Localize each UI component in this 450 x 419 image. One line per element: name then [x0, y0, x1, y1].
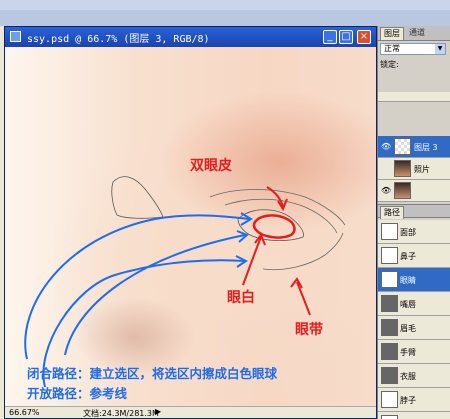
- maximize-button[interactable]: □: [339, 30, 353, 44]
- layer-row[interactable]: 👁: [378, 180, 450, 202]
- path-row[interactable]: 眉毛: [378, 316, 450, 340]
- eye-icon[interactable]: 👁: [381, 142, 391, 152]
- label-double-eyelid: 双眼皮: [190, 158, 232, 174]
- menu-bar-edge: [0, 0, 450, 10]
- path-name: 嘴唇: [400, 300, 416, 309]
- layer-thumbnail: [394, 138, 411, 155]
- layer-thumbnail: [394, 160, 411, 177]
- right-panels: 图层 通道 正常 ▼ 锁定: 👁 图层 3 照片 👁 路径 面部鼻子眼睛嘴唇眉毛手臂衣…: [377, 26, 450, 419]
- tab-channels[interactable]: 通道: [406, 27, 428, 39]
- note-open-path: 开放路径：参考线: [27, 386, 128, 401]
- lock-label: 锁定:: [380, 60, 399, 69]
- layer-thumbnail: [394, 182, 411, 199]
- eye-bag-arrowhead: [290, 277, 303, 289]
- paths-panel-header: 路径: [378, 204, 450, 219]
- blend-mode-select[interactable]: 正常 ▼: [380, 43, 446, 55]
- layer-name: 图层 3: [414, 143, 438, 152]
- chevron-down-icon[interactable]: ▼: [435, 44, 445, 54]
- path-name: 手臂: [400, 348, 416, 357]
- path-name: 鼻子: [400, 252, 416, 261]
- path-row[interactable]: 路径 5: [378, 412, 450, 419]
- image-canvas[interactable]: 双眼皮 眼白 眼带 闭合路径：建立选区，将选区内擦成白色眼球 开放路径：参考线: [5, 47, 376, 406]
- path-name: 衣服: [400, 372, 416, 381]
- path-row[interactable]: 衣服: [378, 364, 450, 388]
- path-thumbnail: [381, 247, 398, 264]
- path-name: 眼睛: [400, 276, 416, 285]
- path-thumbnail: [381, 367, 398, 384]
- close-button[interactable]: ×: [357, 30, 371, 44]
- path-thumbnail: [381, 415, 398, 419]
- photoshop-doc-icon: [10, 31, 21, 42]
- path-row[interactable]: 眼睛: [378, 268, 450, 292]
- path-thumbnail: [381, 223, 398, 240]
- path-thumbnail: [381, 295, 398, 312]
- path-row[interactable]: 鼻子: [378, 244, 450, 268]
- status-bar: 66.67% 文档:24.3M/281.3M ▶: [5, 406, 376, 418]
- zoom-readout[interactable]: 66.67%: [9, 408, 40, 417]
- layer-name: 照片: [414, 165, 430, 174]
- tab-paths[interactable]: 路径: [380, 206, 404, 219]
- document-titlebar[interactable]: ssy.psd @ 66.7% (图层 3, RGB/8) _ □ ×: [5, 27, 376, 47]
- layers-panel-tabs: 图层 通道: [378, 26, 450, 41]
- path-row[interactable]: 脖子: [378, 388, 450, 412]
- label-eye-bag: 眼带: [295, 322, 323, 338]
- document-window: ssy.psd @ 66.7% (图层 3, RGB/8) _ □ × 双眼皮: [4, 26, 377, 419]
- nose-wing-path: [111, 176, 164, 219]
- document-title: ssy.psd @ 66.7% (图层 3, RGB/8): [27, 34, 210, 45]
- path-name: 眉毛: [400, 324, 416, 333]
- path-thumbnail: [381, 343, 398, 360]
- status-menu-arrow-icon[interactable]: ▶: [155, 407, 161, 416]
- path-thumbnail: [381, 271, 398, 288]
- path-name: 面部: [400, 228, 416, 237]
- doc-size-readout: 文档:24.3M/281.3M: [83, 409, 159, 418]
- label-eye-white: 眼白: [227, 290, 255, 306]
- path-thumbnail: [381, 391, 398, 408]
- eye-bag-arrow: [296, 281, 311, 316]
- layer-row-partial[interactable]: [378, 92, 450, 102]
- minimize-button[interactable]: _: [323, 30, 337, 44]
- layer-row[interactable]: 照片: [378, 158, 450, 180]
- path-name: 脖子: [400, 396, 416, 405]
- blue-arrow-2: [64, 234, 246, 356]
- path-thumbnail: [381, 319, 398, 336]
- blue-arrow-1: [24, 214, 251, 360]
- path-row[interactable]: 手臂: [378, 340, 450, 364]
- eye-icon[interactable]: 👁: [381, 186, 391, 196]
- blend-mode-value: 正常: [384, 44, 400, 53]
- eye-white-highlight: [252, 214, 296, 239]
- note-closed-path: 闭合路径：建立选区，将选区内擦成白色眼球: [27, 366, 278, 381]
- tab-layers[interactable]: 图层: [380, 27, 404, 40]
- path-row[interactable]: 嘴唇: [378, 292, 450, 316]
- canvas-drawing: [24, 176, 346, 388]
- top-toolbar-strip: [0, 0, 450, 26]
- layer-row[interactable]: 👁 图层 3: [378, 136, 450, 158]
- eye-icon[interactable]: [381, 164, 391, 174]
- path-row[interactable]: 面部: [378, 220, 450, 244]
